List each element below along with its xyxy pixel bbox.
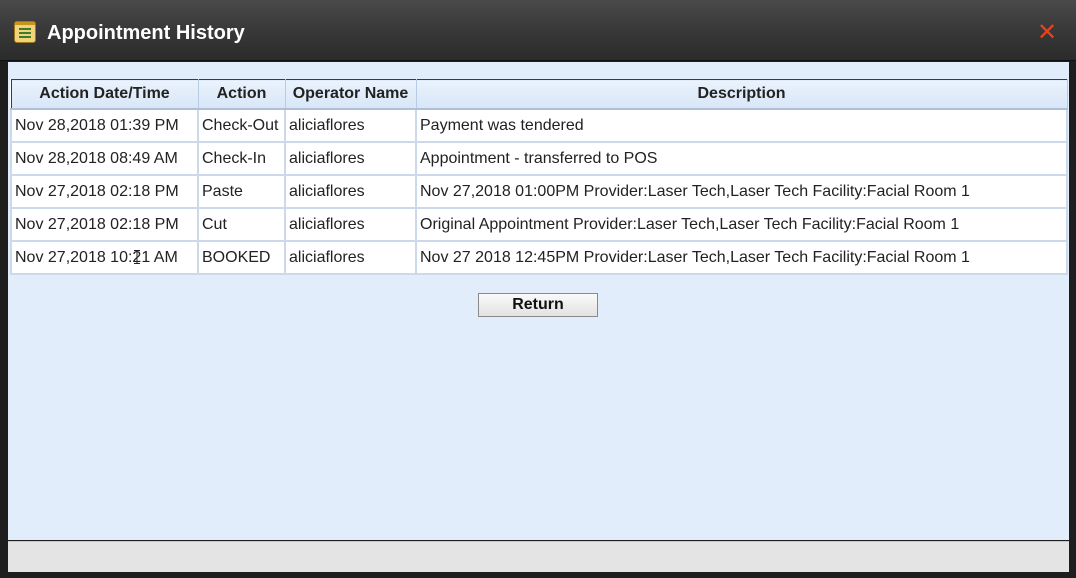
cell-operator-name: aliciaflores — [284, 240, 417, 275]
cell-operator-name: aliciaflores — [284, 141, 417, 176]
return-button[interactable]: Return — [478, 293, 598, 317]
cell-action: Cut — [197, 207, 286, 242]
column-header-operator-name: Operator Name — [285, 79, 417, 110]
table-row: Nov 28,2018 08:49 AM Check-In aliciaflor… — [10, 141, 1068, 176]
column-header-date-time: Action Date/Time — [11, 79, 199, 110]
table-row: Nov 27,2018 02:18 PM Cut aliciaflores Or… — [10, 207, 1068, 242]
close-icon[interactable]: ✕ — [1036, 21, 1058, 45]
cell-operator-name: aliciaflores — [284, 174, 417, 209]
dialog-body: Action Date/Time Action Operator Name De… — [8, 62, 1069, 540]
cell-date-time: Nov 28,2018 08:49 AM — [10, 141, 199, 176]
cell-date-time: Nov 27,2018 10:21 AM — [10, 240, 199, 275]
table-header-row: Action Date/Time Action Operator Name De… — [11, 79, 1068, 110]
column-header-description: Description — [416, 79, 1068, 110]
table-row: Nov 28,2018 01:39 PM Check-Out aliciaflo… — [10, 108, 1068, 143]
cell-date-time: Nov 28,2018 01:39 PM — [10, 108, 199, 143]
notepad-icon — [14, 21, 36, 43]
cell-action: Check-In — [197, 141, 286, 176]
cell-date-time: Nov 27,2018 02:18 PM — [10, 207, 199, 242]
cell-operator-name: aliciaflores — [284, 108, 417, 143]
cell-action: Check-Out — [197, 108, 286, 143]
cell-description: Nov 27 2018 12:45PM Provider:Laser Tech,… — [415, 240, 1068, 275]
title-bar[interactable]: Appointment History ✕ — [0, 0, 1076, 61]
cell-description: Payment was tendered — [415, 108, 1068, 143]
column-header-action: Action — [198, 79, 286, 110]
dialog-footer — [8, 541, 1069, 572]
cell-operator-name: aliciaflores — [284, 207, 417, 242]
cell-description: Original Appointment Provider:Laser Tech… — [415, 207, 1068, 242]
cell-action: BOOKED — [197, 240, 286, 275]
table-row: Nov 27,2018 10:21 AM BOOKED aliciaflores… — [10, 240, 1068, 275]
cell-date-time: Nov 27,2018 02:18 PM — [10, 174, 199, 209]
cell-description: Appointment - transferred to POS — [415, 141, 1068, 176]
cell-action: Paste — [197, 174, 286, 209]
cell-description: Nov 27,2018 01:00PM Provider:Laser Tech,… — [415, 174, 1068, 209]
table-row: Nov 27,2018 02:18 PM Paste aliciaflores … — [10, 174, 1068, 209]
dialog-title: Appointment History — [47, 22, 245, 44]
appointment-history-table: Action Date/Time Action Operator Name De… — [10, 79, 1068, 275]
appointment-history-dialog: Appointment History ✕ Action Date/Time A… — [0, 0, 1076, 578]
